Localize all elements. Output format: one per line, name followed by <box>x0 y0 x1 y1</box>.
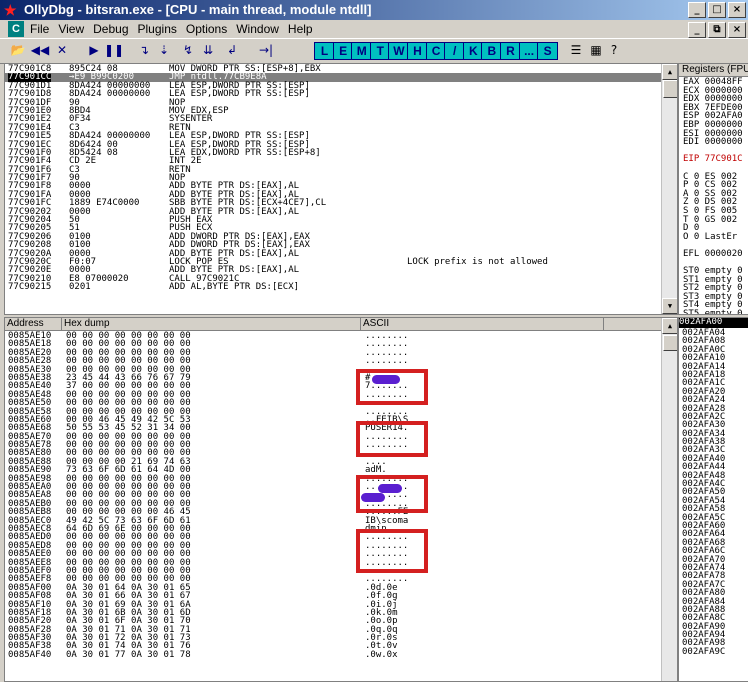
step-into-icon[interactable]: ↴ <box>134 41 154 59</box>
disasm-row[interactable]: 77C90215 0201 ADD AL,BYTE PTR DS:[ECX] <box>5 282 661 293</box>
scroll-thumb[interactable] <box>663 335 677 351</box>
disasm-row[interactable]: 77C9020A 0000 ADD BYTE PTR DS:[EAX],AL <box>5 249 661 258</box>
mdi-close-button[interactable]: × <box>728 22 746 38</box>
rewind-icon[interactable]: ◀◀ <box>30 41 50 59</box>
menu-debug[interactable]: Debug <box>93 22 128 36</box>
registers-header: Registers (FPU) <box>679 64 748 77</box>
cpu-window-icon[interactable]: C <box>8 21 24 37</box>
disasm-row[interactable]: 77C901F0 8D5424 08 LEA EDX,DWORD PTR SS:[E… <box>5 148 661 157</box>
address-column-header[interactable]: Address <box>5 318 62 330</box>
title-bar[interactable]: ★ OllyDbg - bitsran.exe - [CPU - main th… <box>0 0 748 20</box>
trace-into-icon[interactable]: ↯ <box>178 41 198 59</box>
disassembly-pane[interactable]: 77C901C8 895C24 08 MOV DWORD PTR SS:[ESP+8… <box>4 63 678 315</box>
menu-file[interactable]: File <box>30 22 49 36</box>
disasm-row[interactable]: 77C901F6 C3 RETN <box>5 165 661 174</box>
dump-ascii: .0w.0x <box>365 649 398 660</box>
disasm-row[interactable]: 77C90208 0100 ADD DWORD PTR DS:[EAX],EAX <box>5 240 661 249</box>
register-line[interactable]: EIP 77C901C <box>683 155 743 164</box>
disasm-instruction: ADD AL,BYTE PTR DS:[ECX] <box>169 282 300 293</box>
disassembly-scrollbar[interactable]: ▲ ▼ <box>661 64 677 314</box>
scroll-up-icon[interactable]: ▲ <box>662 318 677 334</box>
registers-pane[interactable]: Registers (FPU) EAX 00048FF ECX 0000000 ED… <box>678 63 748 315</box>
menu-help[interactable]: Help <box>288 22 313 36</box>
disasm-comment: LOCK prefix is not allowed <box>407 256 548 267</box>
execute-till-return-icon[interactable]: ↲ <box>222 41 242 59</box>
close-button[interactable]: × <box>728 2 746 18</box>
highlight-box <box>356 421 428 457</box>
register-line[interactable]: O 0 LastEr <box>683 232 743 242</box>
stack-row[interactable]: 002AFA9C <box>682 647 725 656</box>
help-icon[interactable]: ? <box>604 41 624 59</box>
ascii-column-header[interactable]: ASCII <box>361 318 604 330</box>
menu-plugins[interactable]: Plugins <box>138 22 177 36</box>
scroll-down-icon[interactable]: ▼ <box>662 298 677 314</box>
close-icon[interactable]: ✕ <box>52 41 72 59</box>
hex-dump-pane[interactable]: Address Hex dump ASCII 0085AE10 00 00 00 … <box>4 317 678 682</box>
menu-options[interactable]: Options <box>186 22 227 36</box>
highlight-box <box>356 475 428 513</box>
grid-icon[interactable]: ▦ <box>586 41 606 59</box>
list-icon[interactable]: ☰ <box>566 41 586 59</box>
menu-view[interactable]: View <box>58 22 84 36</box>
menu-bar: C File View Debug Plugins Options Window Help … <box>0 20 748 38</box>
scroll-up-icon[interactable]: ▲ <box>662 64 677 80</box>
ollydbg-logo-icon: ★ <box>4 2 17 18</box>
disasm-row[interactable]: 77C901D8 8DA424 00000000 LEA ESP,DWORD PTR… <box>5 89 661 100</box>
run-icon[interactable]: ▶ <box>84 41 104 59</box>
disasm-hex: 8DA424 00000000 <box>69 89 151 100</box>
disasm-row[interactable]: 77C901F8 0000 ADD BYTE PTR DS:[EAX],AL <box>5 182 661 191</box>
menu-window[interactable]: Window <box>236 22 279 36</box>
disasm-row[interactable]: 77C9020C F0:07 LOCK POP ES LOCK prefix is n… <box>5 256 661 267</box>
disasm-hex: 0201 <box>69 282 91 293</box>
disasm-row[interactable]: 77C90210 E8 07000020 CALL 97C9021C <box>5 274 661 283</box>
register-line[interactable]: EDI 0000000 <box>683 138 743 147</box>
hex-column-header[interactable]: Hex dump <box>62 318 361 330</box>
toolbar: 📂 ◀◀ ✕ ▶ ❚❚ ↴ ⇣ ↯ ⇊ ↲ →| L E M T W H C / K B R... S ☰ ▦? <box>0 38 748 64</box>
minimize-button[interactable]: _ <box>688 2 706 18</box>
disasm-row[interactable]: 77C901FC 1889 E74C0000 SBB BYTE PTR DS:[EC… <box>5 199 661 208</box>
dump-address: 0085AF40 <box>8 649 52 660</box>
disasm-row[interactable]: 77C90204 50 PUSH EAX <box>5 215 661 224</box>
window-title: OllyDbg - bitsran.exe - [CPU - main thre… <box>24 2 372 17</box>
highlight-box <box>356 369 428 405</box>
disasm-row[interactable]: 77C901F4 CD 2E INT 2E <box>5 157 661 166</box>
goto-icon[interactable]: →| <box>256 41 276 59</box>
dump-scrollbar[interactable]: ▲ <box>661 318 677 681</box>
trace-over-icon[interactable]: ⇊ <box>198 41 218 59</box>
window-button-s[interactable]: S <box>537 42 559 60</box>
stack-pane[interactable]: 002AFA00 002AFA04 002AFA08 002AFA0C 002AFA1… <box>678 317 748 682</box>
open-icon[interactable]: 📂 <box>8 41 28 59</box>
maximize-button[interactable]: □ <box>708 2 726 18</box>
disasm-row[interactable]: 77C90205 51 PUSH ECX <box>5 224 661 233</box>
mdi-restore-button[interactable]: ⧉ <box>708 22 726 38</box>
disasm-row[interactable]: 77C901F7 90 NOP <box>5 173 661 182</box>
step-over-icon[interactable]: ⇣ <box>154 41 174 59</box>
stack-top-address[interactable]: 002AFA00 <box>679 318 748 328</box>
disasm-row[interactable]: 77C901DF 90 NOP <box>5 98 661 107</box>
disasm-address: 77C90215 <box>8 282 52 293</box>
register-line[interactable]: EFL 0000020 <box>683 250 743 259</box>
highlight-box <box>356 529 428 573</box>
pause-icon[interactable]: ❚❚ <box>104 41 124 59</box>
disasm-row[interactable]: 77C901E2 0F34 SYSENTER <box>5 115 661 124</box>
disasm-row[interactable]: 77C90206 0100 ADD DWORD PTR DS:[EAX],EAX <box>5 232 661 241</box>
dump-row[interactable]: 0085AF40 0A 30 01 77 0A 30 01 78 .0w.0x <box>5 649 661 660</box>
disasm-row[interactable]: 77C90202 0000 ADD BYTE PTR DS:[EAX],AL <box>5 207 661 216</box>
disasm-instruction: LEA ESP,DWORD PTR SS:[ESP] <box>169 89 310 100</box>
scroll-thumb[interactable] <box>663 80 677 98</box>
disasm-row[interactable]: 77C901E0 8BD4 MOV EDX,ESP <box>5 106 661 115</box>
register-line[interactable]: ST5 empty 0 <box>683 310 743 314</box>
mdi-minimize-button[interactable]: _ <box>688 22 706 38</box>
dump-hex: 0A 30 01 77 0A 30 01 78 <box>66 649 191 660</box>
